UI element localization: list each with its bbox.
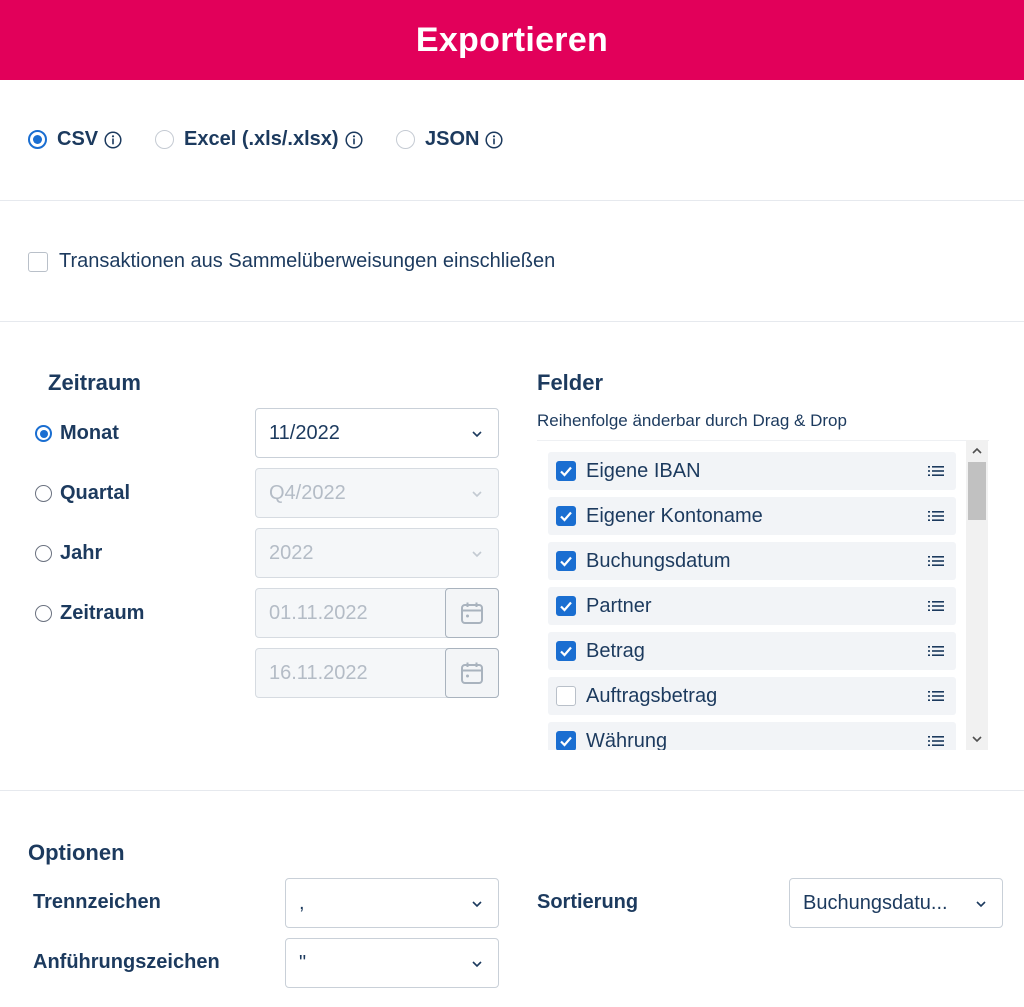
- field-label: Eigener Kontoname: [586, 504, 763, 527]
- trennzeichen-select[interactable]: ,: [285, 878, 499, 928]
- header-bar: Exportieren: [0, 0, 1024, 80]
- chevron-down-icon: [472, 901, 482, 908]
- divider: [0, 200, 1024, 201]
- period-label: Jahr: [60, 542, 103, 564]
- select-value: Q4/2022: [269, 481, 346, 504]
- field-item-betrag[interactable]: Betrag: [548, 632, 956, 670]
- chevron-down-icon: [976, 901, 986, 908]
- period-option-zeitraum[interactable]: Zeitraum: [35, 602, 144, 625]
- calendar-icon: [461, 662, 483, 684]
- json-radio[interactable]: [396, 130, 415, 149]
- scroll-up-icon[interactable]: [971, 445, 983, 457]
- select-value: ,: [299, 891, 305, 914]
- date-to-picker-button[interactable]: [445, 648, 499, 698]
- sortierung-select[interactable]: Buchungsdatu...: [789, 878, 1003, 928]
- field-label: Eigene IBAN: [586, 459, 701, 482]
- excel-radio[interactable]: [155, 130, 174, 149]
- field-item-waehrung[interactable]: Währung: [548, 722, 956, 750]
- sammel-option[interactable]: Transaktionen aus Sammelüberweisungen ei…: [28, 250, 555, 273]
- format-option-excel[interactable]: Excel (.xls/.xlsx): [155, 128, 363, 151]
- field-label: Betrag: [586, 639, 645, 662]
- field-item-auftragsbetrag[interactable]: Auftragsbetrag: [548, 677, 956, 715]
- sortierung-label: Sortierung: [537, 891, 639, 913]
- sammel-checkbox[interactable]: [28, 251, 48, 272]
- felder-subtitle: Reihenfolge änderbar durch Drag & Drop: [537, 411, 847, 430]
- scroll-down-icon[interactable]: [971, 733, 983, 745]
- drag-handle-icon[interactable]: [928, 510, 944, 522]
- info-icon[interactable]: [485, 130, 504, 149]
- quartal-radio[interactable]: [35, 485, 52, 502]
- monat-select[interactable]: 11/2022: [255, 408, 499, 458]
- page-title: Exportieren: [415, 20, 609, 59]
- field-item-buchungsdatum[interactable]: Buchungsdatum: [548, 542, 956, 580]
- field-label: Auftragsbetrag: [586, 684, 718, 707]
- field-checkbox[interactable]: [556, 506, 576, 526]
- select-value: ": [299, 951, 307, 974]
- zeitraum-radio[interactable]: [35, 605, 52, 622]
- drag-handle-icon[interactable]: [928, 600, 944, 612]
- select-value: Buchungsdatu...: [803, 891, 948, 914]
- field-checkbox[interactable]: [556, 686, 576, 706]
- field-checkbox[interactable]: [556, 551, 576, 571]
- date-from-picker-button[interactable]: [445, 588, 499, 638]
- select-value: 2022: [269, 541, 314, 564]
- field-label: Buchungsdatum: [586, 549, 731, 572]
- csv-radio[interactable]: [28, 130, 47, 149]
- format-label: Excel (.xls/.xlsx): [184, 128, 339, 150]
- field-list-scrollbar[interactable]: [966, 440, 988, 750]
- format-option-csv[interactable]: CSV: [28, 128, 122, 151]
- period-option-monat[interactable]: Monat: [35, 422, 119, 445]
- select-value: 11/2022: [269, 421, 340, 444]
- format-option-json[interactable]: JSON: [396, 128, 504, 151]
- trennzeichen-label: Trennzeichen: [33, 891, 161, 913]
- divider: [0, 321, 1024, 322]
- period-label: Quartal: [60, 482, 131, 504]
- date-from-input: 01.11.2022: [255, 588, 499, 638]
- field-item-partner[interactable]: Partner: [548, 587, 956, 625]
- optionen-title: Optionen: [28, 840, 125, 865]
- field-list[interactable]: Eigene IBAN Eigener Kontoname Buchungsda…: [537, 440, 989, 750]
- info-icon[interactable]: [104, 130, 122, 149]
- field-checkbox[interactable]: [556, 461, 576, 481]
- jahr-radio[interactable]: [35, 545, 52, 562]
- field-checkbox[interactable]: [556, 641, 576, 661]
- date-from-value: 01.11.2022: [269, 602, 368, 624]
- chevron-down-icon: [472, 431, 482, 438]
- chevron-down-icon: [472, 491, 482, 498]
- field-checkbox[interactable]: [556, 731, 576, 750]
- date-to-input: 16.11.2022: [255, 648, 499, 698]
- calendar-icon: [461, 602, 483, 624]
- zeitraum-title: Zeitraum: [48, 370, 141, 395]
- divider: [0, 790, 1024, 791]
- felder-title: Felder: [537, 370, 604, 395]
- drag-handle-icon[interactable]: [928, 690, 944, 702]
- info-icon[interactable]: [344, 130, 363, 149]
- anfuehrungszeichen-select[interactable]: ": [285, 938, 499, 988]
- format-label: JSON: [425, 128, 480, 150]
- jahr-select: 2022: [255, 528, 499, 578]
- field-item-eigener-kontoname[interactable]: Eigener Kontoname: [548, 497, 956, 535]
- monat-radio[interactable]: [35, 425, 52, 442]
- period-label: Zeitraum: [60, 602, 145, 624]
- field-checkbox[interactable]: [556, 596, 576, 616]
- chevron-down-icon: [472, 961, 482, 968]
- field-label: Partner: [586, 594, 652, 617]
- period-label: Monat: [60, 422, 119, 444]
- format-label: CSV: [57, 128, 99, 150]
- drag-handle-icon[interactable]: [928, 465, 944, 477]
- quartal-select: Q4/2022: [255, 468, 499, 518]
- drag-handle-icon[interactable]: [928, 735, 944, 747]
- sammel-label: Transaktionen aus Sammelüberweisungen ei…: [59, 250, 556, 272]
- period-option-jahr[interactable]: Jahr: [35, 542, 102, 565]
- period-option-quartal[interactable]: Quartal: [35, 482, 130, 505]
- anfuehrungszeichen-label: Anführungszeichen: [33, 951, 220, 973]
- chevron-down-icon: [472, 551, 482, 558]
- date-to-value: 16.11.2022: [269, 662, 368, 684]
- field-item-eigene-iban[interactable]: Eigene IBAN: [548, 452, 956, 490]
- scrollbar-thumb[interactable]: [968, 462, 986, 520]
- drag-handle-icon[interactable]: [928, 555, 944, 567]
- field-label: Währung: [586, 729, 668, 751]
- drag-handle-icon[interactable]: [928, 645, 944, 657]
